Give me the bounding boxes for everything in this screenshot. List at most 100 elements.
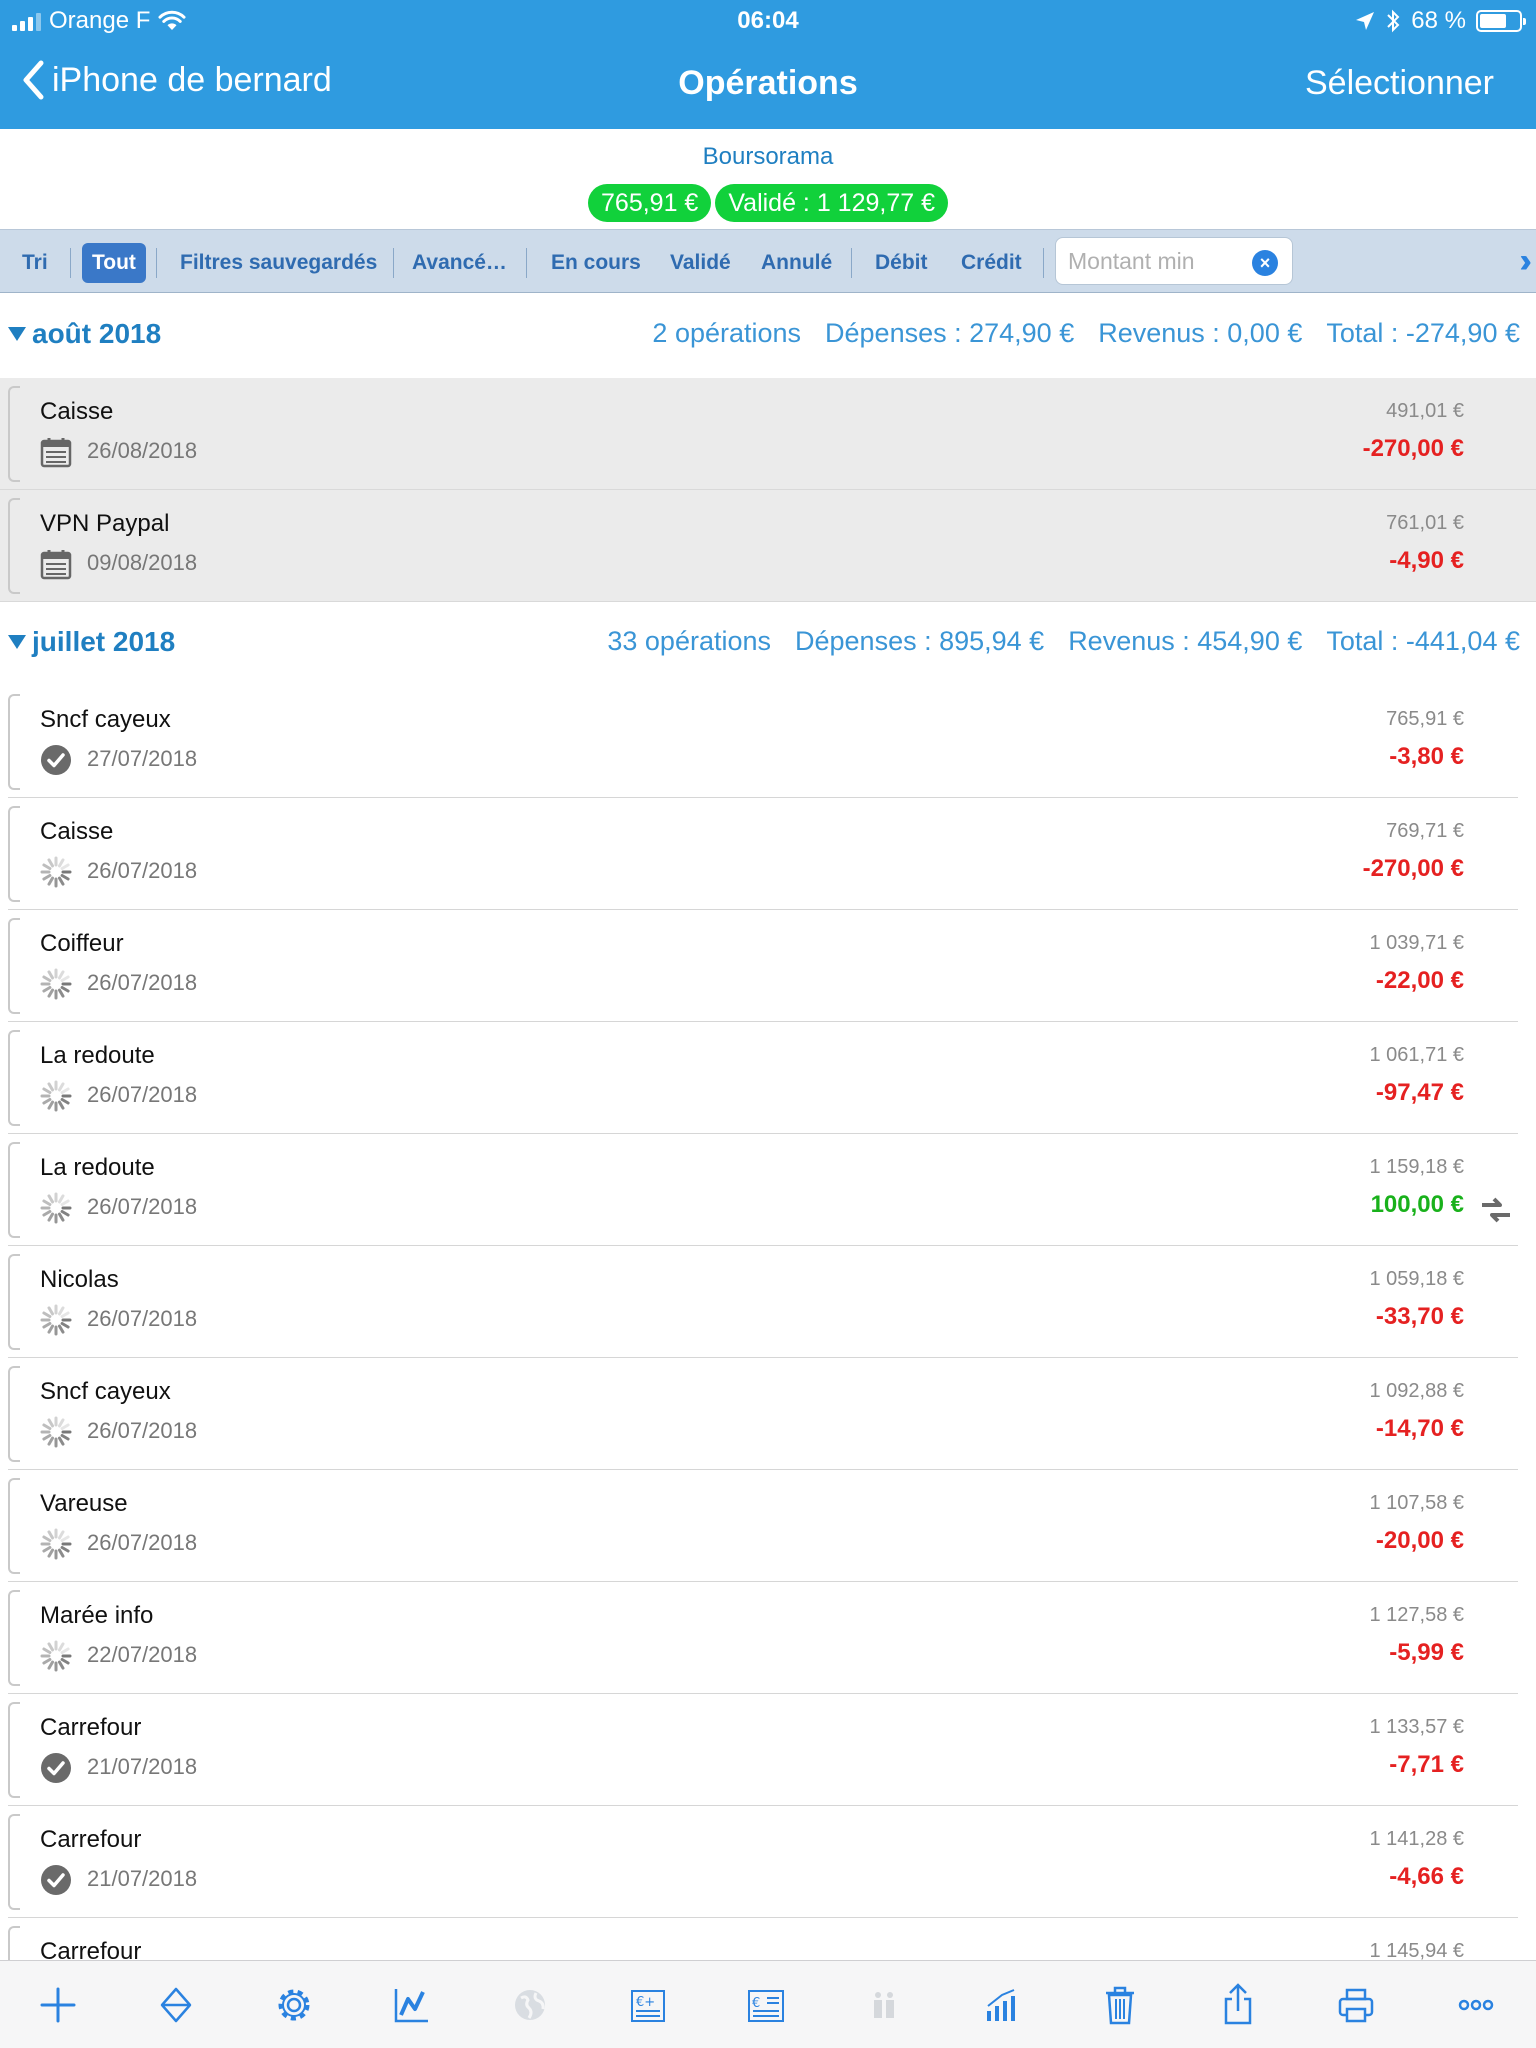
- operation-amount: -14,70 €: [1375, 1415, 1464, 1442]
- operation-amount: -22,00 €: [1375, 967, 1464, 994]
- bar-chart-icon[interactable]: [978, 1981, 1026, 2029]
- filter-advanced[interactable]: Avancé…: [402, 243, 517, 283]
- month-count: 2 opérations: [652, 318, 802, 348]
- pending-spinner-icon: [40, 1416, 72, 1448]
- filter-debit[interactable]: Débit: [865, 243, 938, 283]
- filter-cancelled[interactable]: Annulé: [751, 243, 842, 283]
- operation-row[interactable]: Carrefour 21/07/2018 1 141,28 € -4,66 €: [0, 1806, 1536, 1918]
- clear-icon[interactable]: ×: [1252, 250, 1278, 276]
- operation-row[interactable]: Caisse 26/08/2018 491,01 € -270,00 €: [0, 378, 1536, 490]
- back-button[interactable]: iPhone de bernard: [22, 60, 332, 100]
- location-icon: [1356, 12, 1375, 30]
- operation-row[interactable]: La redoute 26/07/2018 1 061,71 € -97,47 €: [0, 1022, 1536, 1134]
- chevron-left-icon: [23, 60, 44, 100]
- operation-row[interactable]: Sncf cayeux 26/07/2018 1 092,88 € -14,70 €: [0, 1358, 1536, 1470]
- balance-badge: 765,91 €: [588, 184, 712, 222]
- operation-row[interactable]: VPN Paypal 09/08/2018 761,01 € -4,90 €: [0, 490, 1536, 602]
- operation-balance: 1 061,71 €: [1369, 1044, 1464, 1066]
- chart-icon[interactable]: [388, 1981, 436, 2029]
- filter-divider: [70, 248, 71, 278]
- operation-row[interactable]: Marée info 22/07/2018 1 127,58 € -5,99 €: [0, 1582, 1536, 1694]
- operation-row[interactable]: Carrefour 21/07/2018 1 133,57 € -7,71 €: [0, 1694, 1536, 1806]
- operation-date: 26/07/2018: [87, 1194, 198, 1219]
- filter-credit[interactable]: Crédit: [951, 243, 1032, 283]
- row-bracket: [8, 1702, 20, 1798]
- trash-icon[interactable]: [1096, 1981, 1144, 2029]
- settings-icon[interactable]: [270, 1981, 318, 2029]
- add-icon[interactable]: [34, 1981, 82, 2029]
- calendar-icon: [40, 436, 72, 468]
- sort-icon[interactable]: [152, 1981, 200, 2029]
- operation-amount: -4,66 €: [1389, 1863, 1464, 1890]
- share-icon[interactable]: [1214, 1981, 1262, 2029]
- operation-row[interactable]: Caisse 26/07/2018 769,71 € -270,00 €: [0, 798, 1536, 910]
- filter-pending[interactable]: En cours: [541, 243, 651, 283]
- operation-date: 21/07/2018: [87, 1866, 198, 1891]
- operation-balance: 1 145,94 €: [1369, 1940, 1464, 1960]
- checkmark-icon: [40, 1864, 72, 1896]
- operation-label: Caisse: [40, 398, 114, 425]
- operation-balance: 1 059,18 €: [1369, 1268, 1464, 1290]
- operation-amount: -20,00 €: [1375, 1527, 1464, 1554]
- double-chevron-right-icon[interactable]: ››: [1519, 244, 1531, 278]
- status-bar: Orange F 06:04 68 %: [0, 0, 1536, 42]
- operation-row[interactable]: Vareuse 26/07/2018 1 107,58 € -20,00 €: [0, 1470, 1536, 1582]
- checkmark-icon: [40, 744, 72, 776]
- operation-amount: -270,00 €: [1362, 435, 1464, 462]
- operation-balance: 1 107,58 €: [1369, 1492, 1464, 1514]
- month-total: Total : -441,04 €: [1326, 626, 1520, 656]
- operation-row[interactable]: Sncf cayeux 27/07/2018 765,91 € -3,80 €: [0, 686, 1536, 798]
- operation-row[interactable]: La redoute 26/07/2018 1 159,18 € 100,00 €: [0, 1134, 1536, 1246]
- select-button[interactable]: Sélectionner: [1305, 64, 1494, 103]
- more-icon[interactable]: [1452, 1981, 1500, 2029]
- transfer-icon: [1480, 1197, 1512, 1223]
- row-bracket: [8, 498, 20, 594]
- operation-balance: 1 039,71 €: [1369, 932, 1464, 954]
- operation-label: Coiffeur: [40, 930, 124, 957]
- filter-divider: [393, 248, 394, 278]
- row-bracket: [8, 1590, 20, 1686]
- month-total: Total : -274,90 €: [1326, 318, 1520, 348]
- battery-icon: [1476, 10, 1526, 32]
- filter-all[interactable]: Tout: [82, 243, 146, 283]
- row-bracket: [8, 1478, 20, 1574]
- row-bracket: [8, 918, 20, 1014]
- month-summary: 2 opérations Dépenses : 274,90 € Revenus :…: [652, 318, 1520, 349]
- filter-divider: [1043, 248, 1044, 278]
- operation-amount: 100,00 €: [1370, 1191, 1464, 1218]
- operation-balance: 1 141,28 €: [1369, 1828, 1464, 1850]
- filter-saved[interactable]: Filtres sauvegardés: [170, 243, 387, 283]
- filter-bar: Tri Tout Filtres sauvegardés Avancé… En …: [0, 229, 1536, 293]
- add-currency-icon[interactable]: €+: [624, 1981, 672, 2029]
- people-icon: [860, 1981, 908, 2029]
- amount-min-input[interactable]: [1068, 238, 1248, 284]
- operation-label: La redoute: [40, 1154, 155, 1181]
- operation-row[interactable]: Coiffeur 26/07/2018 1 039,71 € -22,00 €: [0, 910, 1536, 1022]
- navigation-bar: iPhone de bernard Opérations Sélectionne…: [0, 42, 1536, 129]
- validated-balance-badge: Validé : 1 129,77 €: [715, 184, 948, 222]
- account-balances: 765,91 € Validé : 1 129,77 €: [0, 184, 1536, 222]
- month-header[interactable]: juillet 2018 33 opérations Dépenses : 895,…: [0, 602, 1536, 686]
- operation-date: 26/07/2018: [87, 858, 198, 883]
- filter-validated[interactable]: Validé: [660, 243, 741, 283]
- operation-row[interactable]: Carrefour 1 145,94 €: [0, 1918, 1536, 1960]
- pending-spinner-icon: [40, 856, 72, 888]
- month-header[interactable]: août 2018 2 opérations Dépenses : 274,90 €…: [0, 294, 1536, 378]
- print-icon[interactable]: [1332, 1981, 1380, 2029]
- account-name[interactable]: Boursorama: [0, 143, 1536, 171]
- operation-amount: -3,80 €: [1389, 743, 1464, 770]
- operation-date: 26/07/2018: [87, 1530, 198, 1555]
- filter-sort[interactable]: Tri: [12, 243, 58, 283]
- operation-date: 26/07/2018: [87, 1082, 198, 1107]
- operation-amount: -5,99 €: [1389, 1639, 1464, 1666]
- currency-list-icon[interactable]: €: [742, 1981, 790, 2029]
- operations-list[interactable]: août 2018 2 opérations Dépenses : 274,90 €…: [0, 294, 1536, 1960]
- pending-spinner-icon: [40, 1304, 72, 1336]
- pending-spinner-icon: [40, 1640, 72, 1672]
- operation-row[interactable]: Nicolas 26/07/2018 1 059,18 € -33,70 €: [0, 1246, 1536, 1358]
- operation-date: 26/07/2018: [87, 1418, 198, 1443]
- operation-date: 21/07/2018: [87, 1754, 198, 1779]
- operation-balance: 1 133,57 €: [1369, 1716, 1464, 1738]
- pending-spinner-icon: [40, 968, 72, 1000]
- operation-label: Carrefour: [40, 1826, 142, 1853]
